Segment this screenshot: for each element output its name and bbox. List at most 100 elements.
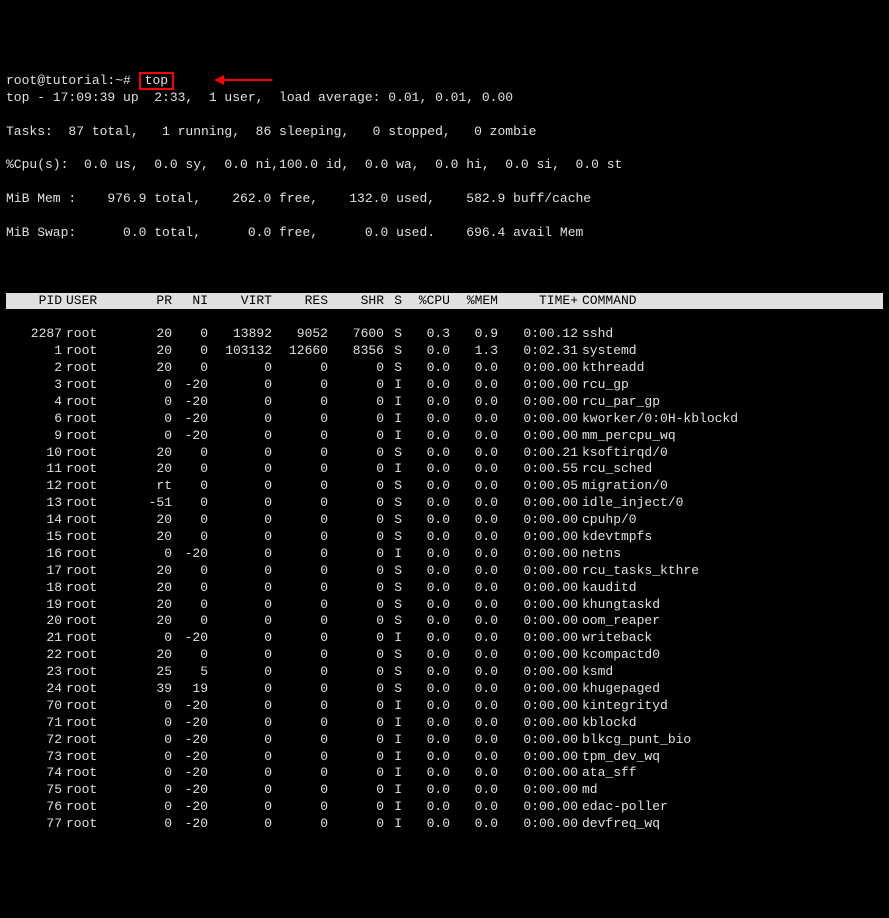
cell-cpu: 0.0 — [402, 715, 450, 732]
cell-cpu: 0.0 — [402, 377, 450, 394]
cell-pid: 77 — [6, 816, 62, 833]
cell-s: I — [384, 546, 402, 563]
cell-user: root — [62, 461, 132, 478]
col-mem: %MEM — [450, 293, 498, 310]
table-row: 6root0-20000I0.00.00:00.00kworker/0:0H-k… — [6, 411, 883, 428]
cell-pid: 70 — [6, 698, 62, 715]
cell-user: root — [62, 445, 132, 462]
cell-pid: 72 — [6, 732, 62, 749]
cell-pid: 4 — [6, 394, 62, 411]
cell-mem: 0.0 — [450, 580, 498, 597]
cell-virt: 0 — [208, 394, 272, 411]
cell-ni: 0 — [172, 613, 208, 630]
cell-mem: 0.0 — [450, 630, 498, 647]
col-res: RES — [272, 293, 328, 310]
cell-virt: 0 — [208, 461, 272, 478]
cell-shr: 0 — [328, 478, 384, 495]
cell-s: I — [384, 698, 402, 715]
cell-ni: 19 — [172, 681, 208, 698]
cell-mem: 0.0 — [450, 428, 498, 445]
cell-time: 0:00.00 — [498, 630, 578, 647]
cell-user: root — [62, 630, 132, 647]
process-table-header[interactable]: PIDUSERPRNIVIRTRESSHRS%CPU%MEMTIME+COMMA… — [6, 293, 883, 310]
cell-ni: -20 — [172, 732, 208, 749]
cell-s: I — [384, 715, 402, 732]
cell-shr: 8356 — [328, 343, 384, 360]
cell-pr: 20 — [132, 529, 172, 546]
cell-cmd: rcu_gp — [578, 377, 629, 394]
cell-shr: 0 — [328, 715, 384, 732]
cell-pr: 0 — [132, 428, 172, 445]
cell-cpu: 0.0 — [402, 681, 450, 698]
cell-user: root — [62, 647, 132, 664]
cell-s: S — [384, 445, 402, 462]
top-summary-line1: top - 17:09:39 up 2:33, 1 user, load ave… — [6, 90, 883, 107]
cell-virt: 0 — [208, 580, 272, 597]
cell-mem: 0.0 — [450, 799, 498, 816]
cell-pid: 3 — [6, 377, 62, 394]
cell-user: root — [62, 681, 132, 698]
cell-mem: 0.0 — [450, 495, 498, 512]
cell-mem: 0.0 — [450, 529, 498, 546]
col-ni: NI — [172, 293, 208, 310]
cell-virt: 0 — [208, 698, 272, 715]
cell-ni: 0 — [172, 580, 208, 597]
cell-s: S — [384, 647, 402, 664]
cell-mem: 0.0 — [450, 597, 498, 614]
cell-time: 0:00.00 — [498, 563, 578, 580]
top-summary-line3: %Cpu(s): 0.0 us, 0.0 sy, 0.0 ni,100.0 id… — [6, 157, 883, 174]
col-shr: SHR — [328, 293, 384, 310]
cell-shr: 0 — [328, 681, 384, 698]
cell-virt: 0 — [208, 613, 272, 630]
cell-virt: 0 — [208, 546, 272, 563]
table-row: 12rootrt0000S0.00.00:00.05migration/0 — [6, 478, 883, 495]
table-row: 70root0-20000I0.00.00:00.00kintegrityd — [6, 698, 883, 715]
cell-shr: 0 — [328, 546, 384, 563]
cell-user: root — [62, 698, 132, 715]
cell-cpu: 0.0 — [402, 360, 450, 377]
cell-time: 0:00.00 — [498, 597, 578, 614]
cell-res: 9052 — [272, 326, 328, 343]
cell-s: I — [384, 749, 402, 766]
process-table-body: 2287root2001389290527600S0.30.90:00.12ss… — [6, 326, 883, 833]
cell-virt: 0 — [208, 647, 272, 664]
cell-time: 0:00.00 — [498, 377, 578, 394]
cell-virt: 103132 — [208, 343, 272, 360]
cell-ni: 0 — [172, 597, 208, 614]
shell-prompt[interactable]: root@tutorial:~# top — [6, 73, 274, 88]
cell-mem: 0.0 — [450, 698, 498, 715]
table-row: 77root0-20000I0.00.00:00.00devfreq_wq — [6, 816, 883, 833]
col-s: S — [384, 293, 402, 310]
cell-cpu: 0.0 — [402, 512, 450, 529]
cell-mem: 0.0 — [450, 546, 498, 563]
cell-pid: 1 — [6, 343, 62, 360]
table-row: 18root200000S0.00.00:00.00kauditd — [6, 580, 883, 597]
cell-user: root — [62, 326, 132, 343]
table-row: 76root0-20000I0.00.00:00.00edac-poller — [6, 799, 883, 816]
cell-ni: -20 — [172, 765, 208, 782]
col-pid: PID — [6, 293, 62, 310]
cell-shr: 0 — [328, 630, 384, 647]
cell-virt: 0 — [208, 715, 272, 732]
cell-pr: 0 — [132, 377, 172, 394]
cell-cpu: 0.0 — [402, 630, 450, 647]
cell-res: 0 — [272, 478, 328, 495]
cell-res: 0 — [272, 360, 328, 377]
cell-res: 0 — [272, 428, 328, 445]
cell-cmd: khungtaskd — [578, 597, 660, 614]
cell-virt: 0 — [208, 445, 272, 462]
cell-res: 0 — [272, 647, 328, 664]
cell-s: I — [384, 799, 402, 816]
table-row: 13root-510000S0.00.00:00.00idle_inject/0 — [6, 495, 883, 512]
cell-time: 0:00.00 — [498, 529, 578, 546]
cell-user: root — [62, 664, 132, 681]
cell-shr: 0 — [328, 529, 384, 546]
cell-pr: 0 — [132, 816, 172, 833]
cell-virt: 0 — [208, 512, 272, 529]
table-row: 74root0-20000I0.00.00:00.00ata_sff — [6, 765, 883, 782]
table-row: 2287root2001389290527600S0.30.90:00.12ss… — [6, 326, 883, 343]
cell-s: S — [384, 664, 402, 681]
cell-user: root — [62, 546, 132, 563]
cell-virt: 0 — [208, 411, 272, 428]
cell-virt: 0 — [208, 749, 272, 766]
